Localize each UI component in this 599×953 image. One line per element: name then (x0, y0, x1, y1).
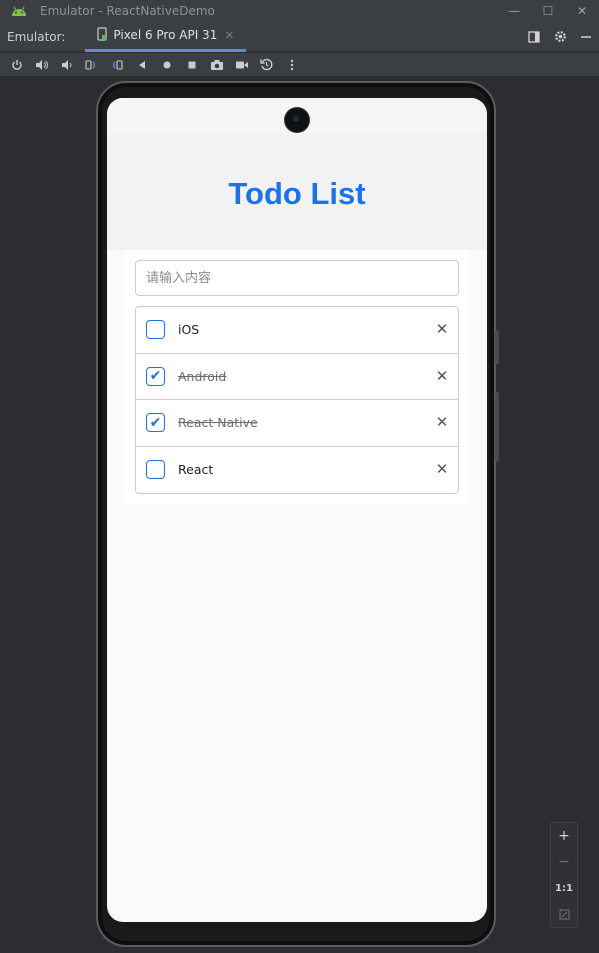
device-screen: Todo List iOS✕✔Android✕✔React Native✕Rea… (107, 98, 487, 922)
todo-item: React ✕ (136, 447, 458, 494)
window-title-bar: Emulator - ReactNativeDemo — ☐ ✕ (0, 0, 599, 22)
page-title: Todo List (228, 176, 366, 211)
delete-icon[interactable]: ✕ (434, 367, 450, 385)
todo-label: iOS (178, 322, 200, 338)
overview-icon[interactable] (179, 53, 204, 77)
todo-item: ✔ React Native ✕ (136, 400, 458, 447)
delete-icon[interactable]: ✕ (434, 460, 450, 478)
todo-list: iOS ✕ ✔ Android ✕ ✔ React Native ✕ React ✕ (135, 306, 459, 494)
hide-panel-icon[interactable] (573, 22, 599, 52)
delete-icon[interactable]: ✕ (434, 320, 450, 338)
zoom-controls: + − 1:1 (550, 822, 578, 928)
emulator-label: Emulator: (7, 29, 66, 44)
todo-label: Android (178, 368, 227, 384)
checkmark-icon: ✔ (149, 368, 162, 385)
maximize-button[interactable]: ☐ (531, 0, 565, 22)
status-bar (107, 98, 487, 134)
device-tab-label: Pixel 6 Pro API 31 (113, 28, 218, 42)
zoom-in-button[interactable]: + (550, 823, 578, 849)
zoom-actual-size-button[interactable]: 1:1 (550, 875, 578, 901)
android-logo-icon (8, 0, 30, 22)
rotate-left-icon[interactable] (79, 53, 104, 77)
home-icon[interactable] (154, 53, 179, 77)
screen-record-icon[interactable] (229, 53, 254, 77)
todo-label: React Native (178, 415, 258, 431)
emulator-tab-bar: Emulator: Pixel 6 Pro API 31 × (0, 22, 599, 52)
window-title: Emulator - ReactNativeDemo (40, 4, 215, 18)
more-options-icon[interactable] (279, 53, 304, 77)
todo-label: React (178, 462, 214, 478)
snapshot-icon[interactable] (254, 53, 279, 77)
minimize-button[interactable]: — (497, 0, 531, 22)
device-volume-rocker[interactable] (495, 392, 499, 462)
app-header: Todo List (107, 134, 487, 250)
todo-checkbox[interactable]: ✔ (146, 366, 165, 386)
tab-device[interactable]: Pixel 6 Pro API 31 × (85, 22, 247, 52)
back-icon[interactable] (129, 53, 154, 77)
checkmark-icon: ✔ (149, 414, 162, 431)
panel-toggle-icon[interactable] (521, 22, 547, 52)
todo-checkbox[interactable]: ✔ (146, 413, 165, 433)
todo-checkbox[interactable] (146, 460, 165, 480)
power-icon[interactable] (4, 53, 29, 77)
todo-item: iOS ✕ (136, 307, 458, 354)
tab-close-button[interactable]: × (224, 28, 234, 42)
close-window-button[interactable]: ✕ (565, 0, 599, 22)
settings-gear-icon[interactable] (547, 22, 573, 52)
volume-up-icon[interactable] (29, 53, 54, 77)
delete-icon[interactable]: ✕ (434, 413, 450, 431)
rotate-right-icon[interactable] (104, 53, 129, 77)
device-icon (97, 26, 107, 44)
todo-item: ✔ Android ✕ (136, 354, 458, 400)
todo-input[interactable] (135, 260, 459, 296)
volume-down-icon[interactable] (54, 53, 79, 77)
front-camera-icon (285, 108, 309, 132)
zoom-fit-icon[interactable] (550, 901, 578, 927)
device-power-button[interactable] (495, 330, 499, 364)
todo-card: iOS ✕ ✔ Android ✕ ✔ React Native ✕ React ✕ (125, 250, 469, 504)
todo-checkbox[interactable] (146, 320, 165, 340)
screenshot-icon[interactable] (204, 53, 229, 77)
zoom-out-button[interactable]: − (550, 849, 578, 875)
emulator-toolbar (0, 53, 599, 77)
